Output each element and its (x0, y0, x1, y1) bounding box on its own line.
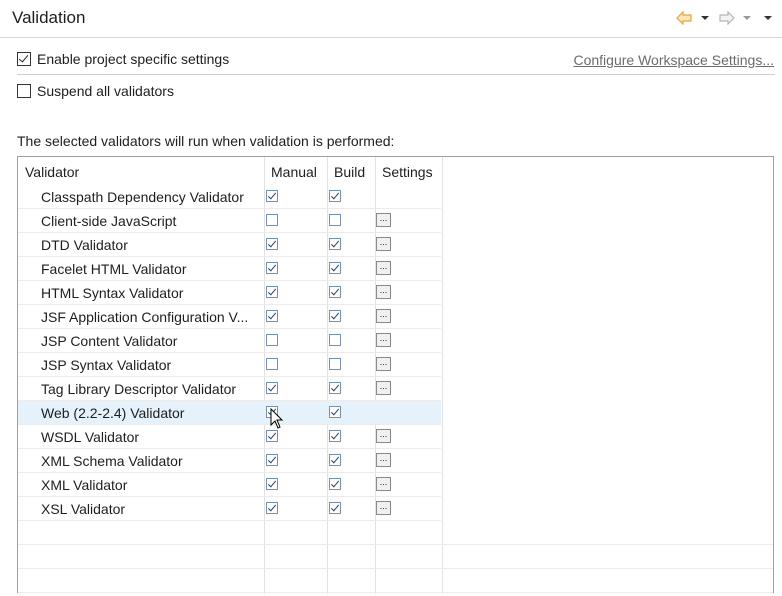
forward-button[interactable] (719, 10, 735, 26)
forward-dropdown[interactable] (742, 10, 752, 26)
settings-button[interactable]: ... (376, 429, 391, 443)
table-row[interactable]: Tag Library Descriptor Validator... (18, 377, 441, 401)
validator-name: XML Validator (41, 477, 128, 493)
build-checkbox[interactable] (329, 406, 341, 418)
validator-name: JSF Application Configuration V... (41, 309, 249, 325)
configure-workspace-link[interactable]: Configure Workspace Settings... (573, 52, 774, 68)
validator-name: Classpath Dependency Validator (41, 189, 244, 205)
settings-button[interactable]: ... (376, 501, 391, 515)
manual-checkbox[interactable] (266, 478, 278, 490)
table-row[interactable]: HTML Syntax Validator... (18, 281, 441, 305)
build-checkbox[interactable] (329, 238, 341, 250)
chevron-down-icon (701, 16, 709, 20)
manual-checkbox[interactable] (266, 454, 278, 466)
validator-name: Facelet HTML Validator (41, 261, 187, 277)
validator-name: XML Schema Validator (41, 453, 183, 469)
table-row[interactable]: XML Validator... (18, 473, 441, 497)
back-button[interactable] (676, 10, 692, 26)
validator-name: Tag Library Descriptor Validator (41, 381, 237, 397)
build-checkbox[interactable] (329, 334, 341, 346)
settings-button[interactable]: ... (376, 237, 391, 251)
build-checkbox[interactable] (329, 286, 341, 298)
settings-button[interactable]: ... (376, 333, 391, 347)
table-row[interactable]: Web (2.2-2.4) Validator (18, 401, 441, 425)
column-header-manual[interactable]: Manual (271, 164, 317, 180)
validator-name: XSL Validator (41, 501, 126, 517)
table-row[interactable]: XML Schema Validator... (18, 449, 441, 473)
build-checkbox[interactable] (329, 310, 341, 322)
settings-button[interactable]: ... (376, 381, 391, 395)
suspend-all-checkbox[interactable] (17, 84, 31, 98)
manual-checkbox[interactable] (266, 358, 278, 370)
settings-button[interactable]: ... (376, 309, 391, 323)
column-header-build[interactable]: Build (334, 164, 365, 180)
validators-table[interactable]: Validator Manual Build Settings Classpat… (17, 156, 774, 594)
validator-name: WSDL Validator (41, 429, 140, 445)
build-checkbox[interactable] (329, 190, 341, 202)
back-arrow-icon (676, 11, 692, 25)
empty-row (18, 545, 773, 569)
separator (17, 74, 775, 75)
empty-row (18, 569, 773, 593)
validator-name: Client-side JavaScript (41, 213, 177, 229)
manual-checkbox[interactable] (266, 310, 278, 322)
manual-checkbox[interactable] (266, 502, 278, 514)
settings-button[interactable]: ... (376, 285, 391, 299)
table-row[interactable]: XSL Validator... (18, 497, 441, 521)
settings-button[interactable]: ... (376, 453, 391, 467)
manual-checkbox[interactable] (266, 190, 278, 202)
empty-row (18, 521, 773, 545)
mouse-cursor-icon (270, 408, 284, 429)
validator-name: Web (2.2-2.4) Validator (41, 405, 185, 421)
validator-name: JSP Syntax Validator (41, 357, 172, 373)
validator-name: JSP Content Validator (41, 333, 178, 349)
build-checkbox[interactable] (329, 454, 341, 466)
build-checkbox[interactable] (329, 502, 341, 514)
table-row[interactable]: Client-side JavaScript... (18, 209, 441, 233)
table-row[interactable]: JSP Content Validator... (18, 329, 441, 353)
build-checkbox[interactable] (329, 382, 341, 394)
menu-chevron-icon (764, 16, 772, 20)
enable-project-checkbox[interactable] (17, 52, 31, 66)
table-row[interactable]: JSF Application Configuration V...... (18, 305, 441, 329)
manual-checkbox[interactable] (266, 430, 278, 442)
settings-button[interactable]: ... (376, 357, 391, 371)
validator-name: DTD Validator (41, 237, 128, 253)
settings-button[interactable]: ... (376, 261, 391, 275)
column-header-settings[interactable]: Settings (382, 164, 433, 180)
build-checkbox[interactable] (329, 358, 341, 370)
suspend-all-label: Suspend all validators (37, 83, 174, 99)
column-header-validator[interactable]: Validator (25, 164, 79, 180)
view-menu-button[interactable] (763, 10, 773, 26)
table-row[interactable]: DTD Validator... (18, 233, 441, 257)
build-checkbox[interactable] (329, 430, 341, 442)
settings-button[interactable]: ... (376, 477, 391, 491)
table-row[interactable]: WSDL Validator... (18, 425, 441, 449)
settings-button[interactable]: ... (376, 213, 391, 227)
manual-checkbox[interactable] (266, 286, 278, 298)
build-checkbox[interactable] (329, 262, 341, 274)
validators-description: The selected validators will run when va… (17, 133, 395, 149)
title-bar: Validation (0, 0, 782, 38)
manual-checkbox[interactable] (266, 262, 278, 274)
enable-project-label: Enable project specific settings (37, 51, 230, 67)
table-row[interactable]: Classpath Dependency Validator (18, 185, 441, 209)
table-row[interactable]: JSP Syntax Validator... (18, 353, 441, 377)
manual-checkbox[interactable] (266, 334, 278, 346)
page-title: Validation (12, 8, 86, 27)
back-dropdown[interactable] (700, 10, 710, 26)
table-row[interactable]: Facelet HTML Validator... (18, 257, 441, 281)
forward-arrow-icon (719, 11, 735, 25)
manual-checkbox[interactable] (266, 382, 278, 394)
chevron-down-icon (743, 16, 751, 20)
manual-checkbox[interactable] (266, 214, 278, 226)
validator-name: HTML Syntax Validator (41, 285, 184, 301)
manual-checkbox[interactable] (266, 238, 278, 250)
build-checkbox[interactable] (329, 214, 341, 226)
build-checkbox[interactable] (329, 478, 341, 490)
